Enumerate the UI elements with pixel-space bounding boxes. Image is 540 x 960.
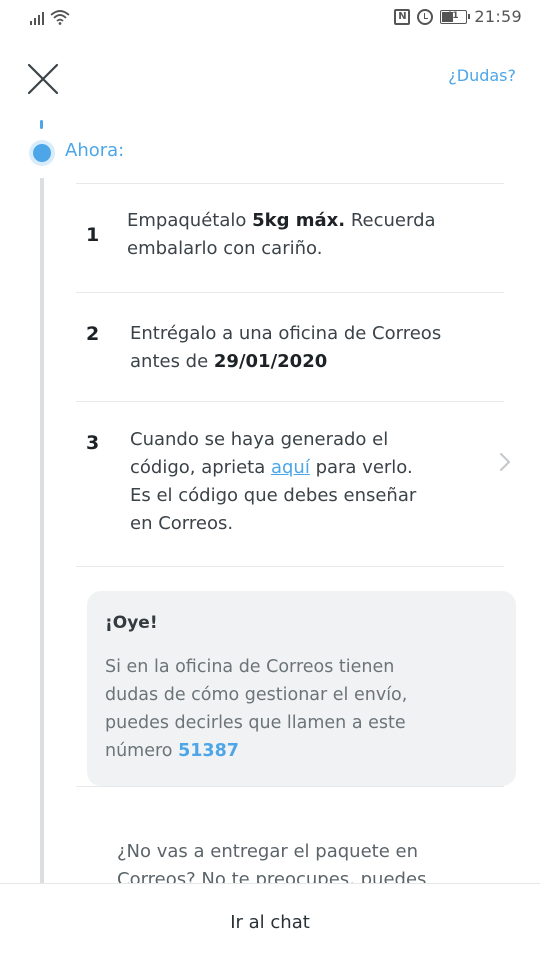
info-card-body: Si en la oficina de Correos tienen dudas… xyxy=(105,653,505,765)
step-1-weight: 5kg máx. xyxy=(252,210,346,231)
status-time: 21:59 xyxy=(474,7,522,26)
step-3-line3: Es el código que debes enseñar xyxy=(130,485,417,506)
info-card-title: ¡Oye! xyxy=(105,613,158,633)
info-card-line2: dudas de cómo gestionar el envío, xyxy=(105,685,408,705)
help-link[interactable]: ¿Dudas? xyxy=(448,66,516,85)
step-1-prefix: Empaquétalo xyxy=(127,210,253,231)
status-bar: N 41 21:59 xyxy=(0,0,540,36)
close-button[interactable] xyxy=(26,62,60,96)
view-code-link[interactable]: aquí xyxy=(271,457,310,478)
bottom-bar: Ir al chat xyxy=(0,883,540,960)
timeline-now-label: Ahora: xyxy=(65,140,125,161)
battery-icon: 41 xyxy=(440,9,471,24)
step-3-text: Cuando se haya generado el código, aprie… xyxy=(130,426,460,538)
battery-level: 41 xyxy=(446,10,459,21)
divider xyxy=(76,183,504,184)
go-to-chat-button[interactable]: Ir al chat xyxy=(0,884,540,960)
step-1-line2: embalarlo con cariño. xyxy=(127,238,323,259)
step-3-number: 3 xyxy=(86,432,100,454)
step-1-suffix: Recuerda xyxy=(345,210,436,231)
status-left xyxy=(30,9,70,25)
step-1-text: Empaquétalo 5kg máx. Recuerda embalarlo … xyxy=(127,207,487,263)
step-2-prefix: antes de xyxy=(130,351,214,372)
timeline-track xyxy=(40,178,44,883)
nfc-icon: N xyxy=(394,8,411,25)
timeline-current-dot xyxy=(33,144,51,162)
timeline-top-segment xyxy=(40,120,43,129)
phone-number-link[interactable]: 51387 xyxy=(178,741,239,761)
step-3-line1: Cuando se haya generado el xyxy=(130,429,389,450)
step-3-line2-suffix: para verlo. xyxy=(309,457,413,478)
signal-icon xyxy=(30,11,44,25)
info-card: ¡Oye! Si en la oficina de Correos tienen… xyxy=(87,591,516,786)
divider xyxy=(76,401,504,402)
divider xyxy=(76,566,504,567)
step-2-number: 2 xyxy=(86,323,100,345)
close-icon xyxy=(27,63,59,95)
step-2-text: Entrégalo a una oficina de Correos antes… xyxy=(130,320,500,376)
divider xyxy=(76,292,504,293)
wifi-icon xyxy=(50,10,70,25)
chevron-right-icon[interactable] xyxy=(498,450,512,474)
step-2-date: 29/01/2020 xyxy=(213,351,328,372)
info-card-line4-prefix: número xyxy=(105,741,179,761)
status-right: N 41 21:59 xyxy=(394,7,522,26)
divider xyxy=(76,786,504,787)
info-card-line3: puedes decirles que llamen a este xyxy=(105,713,406,733)
footer-note-line1: ¿No vas a entregar el paquete en xyxy=(117,841,418,862)
alarm-icon xyxy=(417,8,434,25)
step-3-line2-prefix: código, aprieta xyxy=(130,457,271,478)
info-card-line1: Si en la oficina de Correos tienen xyxy=(105,657,395,677)
step-3-line4: en Correos. xyxy=(130,513,234,534)
step-2-line1: Entrégalo a una oficina de Correos xyxy=(130,323,442,344)
step-1-number: 1 xyxy=(86,224,100,246)
